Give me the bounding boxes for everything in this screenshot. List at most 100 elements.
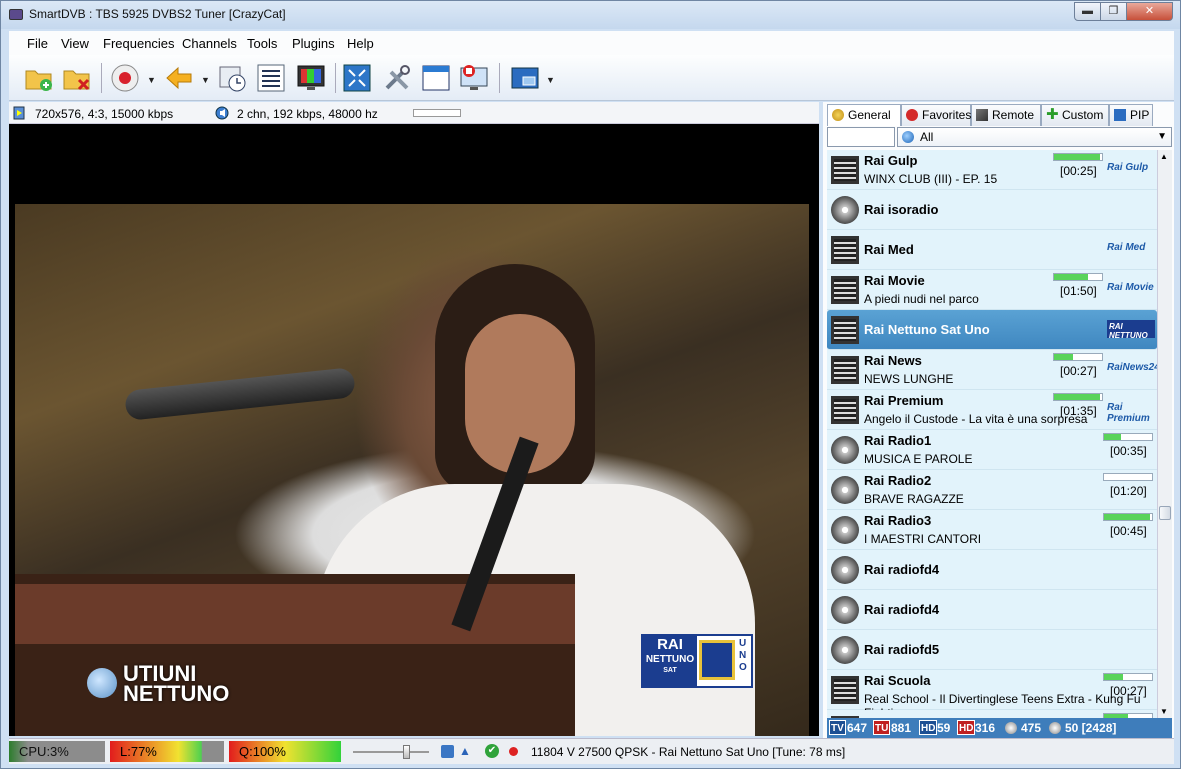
stop-display-icon[interactable] [458,62,490,94]
menu-file[interactable]: File [27,36,48,51]
logo-uno-text: UNO [739,638,747,673]
tab-custom[interactable]: ✚ Custom [1041,104,1109,126]
favorites-heart-icon [906,109,918,121]
event-progress-bar [1103,433,1153,441]
channel-row[interactable]: Rai Radio2 BRAVE RAGAZZE [01:20] [827,470,1157,510]
channel-event: BRAVE RAGAZZE [864,492,964,506]
fullscreen-icon[interactable] [341,62,373,94]
scroll-down-icon[interactable]: ▼ [1160,707,1168,716]
channel-name: Rai News [864,353,922,368]
channel-row[interactable]: Rai Med Rai Med [827,230,1157,270]
menu-channels[interactable]: Channels [182,36,237,51]
volume-slider[interactable] [353,745,429,759]
check-icon: ✔ [485,744,499,758]
signal-quality-meter: Q:100% [229,741,341,762]
menu-tools[interactable]: Tools [247,36,277,51]
channel-row[interactable]: Rai radiofd5 [827,630,1157,670]
chevron-down-icon[interactable]: ▼ [147,75,156,85]
channel-group-select[interactable]: All ▼ [897,127,1172,147]
channel-row[interactable]: Rai radiofd4 [827,550,1157,590]
watermark-line2: NETTUNO [123,681,230,706]
tv-film-icon [831,356,859,384]
audio-info-text: 2 chn, 192 kbps, 48000 hz [237,107,378,121]
remote-icon [976,109,988,121]
channel-row[interactable]: Rai News NEWS LUNGHE [00:27] RaiNews24 [827,350,1157,390]
channel-name: Rai Nettuno Sat Uno [864,322,990,337]
event-remaining-time: [00:25] [1060,164,1097,178]
tab-favorites[interactable]: Favorites [901,104,971,126]
event-progress-fill [1054,354,1074,360]
video-player[interactable]: UTIUNI NETTUNO RAI NETTUNO SAT UNO [9,124,819,736]
channel-logo: RAI NETTUNO [1107,320,1155,340]
stream-info-bar: 720x576, 4:3, 15000 kbps 2 chn, 192 kbps… [9,102,819,124]
channel-search-input[interactable] [827,127,895,147]
volume-slider-thumb[interactable] [403,745,411,759]
channel-row[interactable]: Rai radiofd4 [827,590,1157,630]
channel-name: Rai Movie [864,273,925,288]
menu-view[interactable]: View [61,36,89,51]
close-button[interactable]: ✕ [1126,2,1173,21]
record-icon[interactable] [109,62,141,94]
radio-disc-icon [831,556,859,584]
hd-count: 59 [937,721,951,735]
window-title: SmartDVB : TBS 5925 DVBS2 Tuner [CrazyCa… [29,7,286,21]
channel-row[interactable]: Rai Sport 1 [827,710,1157,718]
scrollbar-thumb[interactable] [1159,506,1171,520]
channel-row[interactable]: Rai Gulp WINX CLUB (III) - EP. 15 [00:25] R… [827,150,1157,190]
channel-name: Rai Premium [864,393,944,408]
scheduler-clock-icon[interactable] [216,62,248,94]
chevron-down-icon[interactable]: ▼ [546,75,555,85]
tab-general[interactable]: General [827,104,901,126]
channel-row[interactable]: Rai Premium Angelo il Custode - La vita è… [827,390,1157,430]
video-info-text: 720x576, 4:3, 15000 kbps [35,107,174,121]
toolbar-separator [499,63,500,93]
settings-tools-icon[interactable] [381,62,413,94]
menu-frequencies[interactable]: Frequencies [103,36,175,51]
event-progress-bar [1053,153,1103,161]
window-icon[interactable] [420,62,452,94]
minimize-button[interactable]: ▬ [1074,2,1101,21]
channel-list-scrollbar[interactable]: ▲ ▼ [1157,150,1172,718]
scroll-up-icon[interactable]: ▲ [1160,152,1168,161]
signal-progress-bar [413,109,461,117]
channel-event: Angelo il Custode - La vita è una sorpre… [864,412,1088,426]
radio-disc-icon [831,516,859,544]
menu-plugins[interactable]: Plugins [292,36,335,51]
back-arrow-icon[interactable] [163,62,195,94]
tab-pip-label: PIP [1130,108,1150,122]
up-arrow-icon[interactable]: ▲ [459,744,471,758]
menu-help[interactable]: Help [347,36,374,51]
close-file-icon[interactable] [61,62,93,94]
pip-window-icon[interactable] [509,62,541,94]
open-folder-icon[interactable] [23,62,55,94]
channel-row[interactable]: Rai Movie A piedi nudi nel parco [01:50] Ra… [827,270,1157,310]
channel-list[interactable]: Rai Gulp WINX CLUB (III) - EP. 15 [00:25] R… [827,150,1157,718]
event-remaining-time: [00:27] [1110,684,1147,698]
speaker-icon[interactable] [441,745,454,758]
hd2-count: 316 [975,721,996,735]
chevron-down-icon[interactable]: ▼ [201,75,210,85]
channel-row[interactable]: Rai Scuola Real School - Il Divertinglese… [827,670,1157,718]
record-icon[interactable] [509,747,518,756]
channel-row[interactable]: Rai Radio3 I MAESTRI CANTORI [00:45] [827,510,1157,550]
channel-row[interactable]: Rai Radio1 MUSICA E PAROLE [00:35] [827,430,1157,470]
channel-logo: RaiNews24 [1107,362,1157,373]
pip-icon [1114,109,1126,121]
tv-film-icon [831,156,859,184]
maximize-button[interactable]: ❐ [1100,2,1127,21]
teletext-tv-icon[interactable] [295,62,327,94]
tab-remote[interactable]: Remote [971,104,1041,126]
tab-pip[interactable]: PIP [1109,104,1153,126]
tv-film-icon [831,236,859,264]
tu-badge: TU [873,720,891,735]
title-bar[interactable]: SmartDVB : TBS 5925 DVBS2 Tuner [CrazyCa… [1,1,1180,29]
toolbar: ▼ ▼ ▼ [9,55,1174,101]
channel-row[interactable]: Rai isoradio [827,190,1157,230]
channel-row-selected[interactable]: Rai Nettuno Sat Uno RAI NETTUNO [827,310,1157,350]
channel-list-icon[interactable] [255,62,287,94]
tv-film-icon [831,276,859,304]
event-progress-bar [1103,513,1153,521]
event-progress-bar [1053,353,1103,361]
event-remaining-time: [00:45] [1110,524,1147,538]
event-progress-bar [1053,393,1103,401]
